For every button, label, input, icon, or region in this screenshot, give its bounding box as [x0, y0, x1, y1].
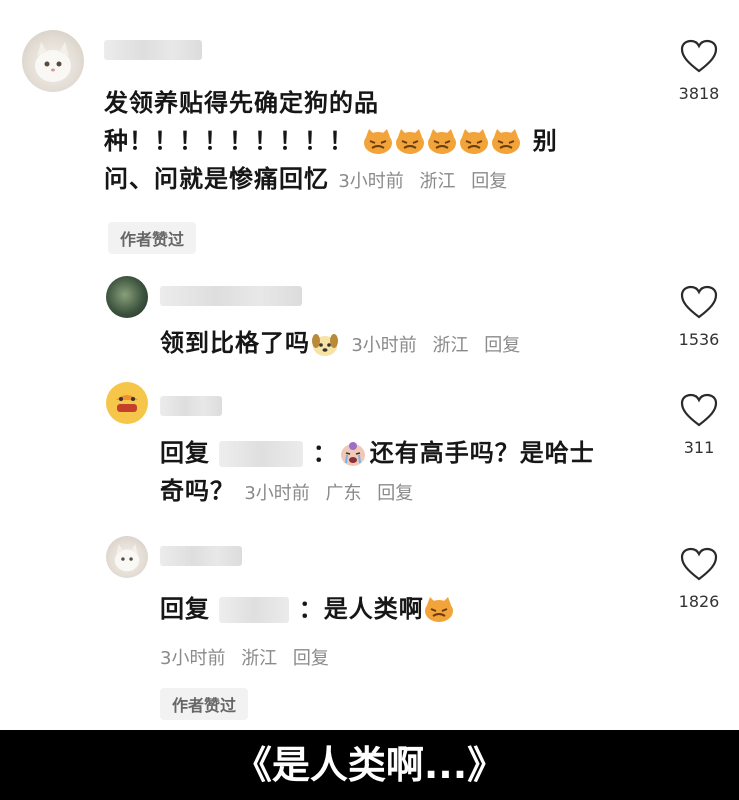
comment-body: 回复 ：还有高手吗？是哈士 奇吗？ 3小时前 广东 回复 — [160, 434, 660, 513]
like-group: 1826 — [669, 546, 729, 611]
cat-avatar-icon — [114, 544, 140, 572]
like-group: 3818 — [669, 38, 729, 103]
mentioned-user-blurred[interactable] — [219, 597, 290, 623]
like-count: 1826 — [678, 592, 720, 611]
username-blurred[interactable] — [160, 286, 302, 306]
avatar[interactable] — [22, 30, 84, 92]
emoji-avatar-icon — [108, 384, 146, 422]
comment-line: 发领养贴得先确定狗的品 — [104, 89, 379, 117]
comment-body: 发领养贴得先确定狗的品 种！！！！！！！！！ 别 问、问就是惨痛回忆 3小时前 … — [104, 84, 604, 201]
location: 浙江 — [432, 335, 469, 356]
reply-prefix: 回复 — [160, 595, 210, 623]
avatar[interactable] — [106, 536, 148, 578]
crying-cat-emoji-icon — [428, 129, 457, 154]
author-liked-badge: 作者赞过 — [108, 222, 197, 254]
comment-meta: 3小时前 浙江 回复 — [338, 171, 517, 192]
comment-line: 种！！！！！！！！！ 别 — [104, 127, 558, 155]
avatar[interactable] — [106, 276, 148, 318]
location: 广东 — [325, 483, 362, 504]
comment-line: 奇吗？ 3小时前 广东 回复 — [160, 472, 660, 513]
emoji-row — [363, 127, 532, 155]
heart-icon[interactable] — [679, 284, 719, 320]
comment-body: 领到比格了吗 3小时前 浙江 回复 — [160, 324, 640, 365]
crying-cat-emoji-icon — [460, 129, 489, 154]
reply-button[interactable]: 回复 — [377, 483, 413, 504]
location: 浙江 — [419, 171, 456, 192]
avatar[interactable] — [106, 382, 148, 424]
reply-button[interactable]: 回复 — [293, 648, 329, 669]
timestamp: 3小时前 — [160, 648, 226, 669]
reply-prefix: 回复 — [160, 439, 210, 467]
puppy-emoji-icon — [312, 334, 338, 356]
crying-cat-emoji-icon — [396, 129, 425, 154]
comment-line: 问、问就是惨痛回忆 3小时前 浙江 回复 — [104, 160, 604, 201]
like-group: 311 — [669, 392, 729, 457]
location: 浙江 — [241, 648, 278, 669]
reply-button[interactable]: 回复 — [484, 335, 520, 356]
crying-cat-emoji-icon — [492, 129, 521, 154]
username-blurred[interactable] — [104, 40, 202, 60]
username-blurred[interactable] — [160, 546, 242, 566]
like-count: 3818 — [678, 84, 720, 103]
comment-meta: 3小时前 浙江 回复 — [160, 640, 339, 678]
comment-body: 回复 ：是人类啊 — [160, 590, 640, 628]
crying-cat-emoji-icon — [364, 129, 393, 154]
timestamp: 3小时前 — [338, 171, 404, 192]
author-liked-badge: 作者赞过 — [160, 688, 249, 720]
timestamp: 3小时前 — [351, 335, 417, 356]
video-caption: 《是人类啊...》 — [0, 730, 739, 800]
mentioned-user-blurred[interactable] — [219, 441, 304, 467]
heart-icon[interactable] — [679, 392, 719, 428]
like-count: 311 — [683, 438, 715, 457]
like-group: 1536 — [669, 284, 729, 349]
comment-meta: 3小时前 广东 回复 — [244, 483, 423, 504]
like-count: 1536 — [678, 330, 720, 349]
heart-icon[interactable] — [679, 546, 719, 582]
cat-avatar-icon — [35, 42, 71, 82]
reply-button[interactable]: 回复 — [471, 171, 507, 192]
comment-line: 回复 ：还有高手吗？是哈士 — [160, 439, 595, 467]
heart-icon[interactable] — [679, 38, 719, 74]
crying-baby-emoji-icon — [340, 442, 365, 466]
timestamp: 3小时前 — [244, 483, 310, 504]
username-blurred[interactable] — [160, 396, 222, 416]
crying-cat-emoji-icon — [424, 597, 453, 622]
comment-meta: 3小时前 浙江 回复 — [351, 335, 530, 356]
